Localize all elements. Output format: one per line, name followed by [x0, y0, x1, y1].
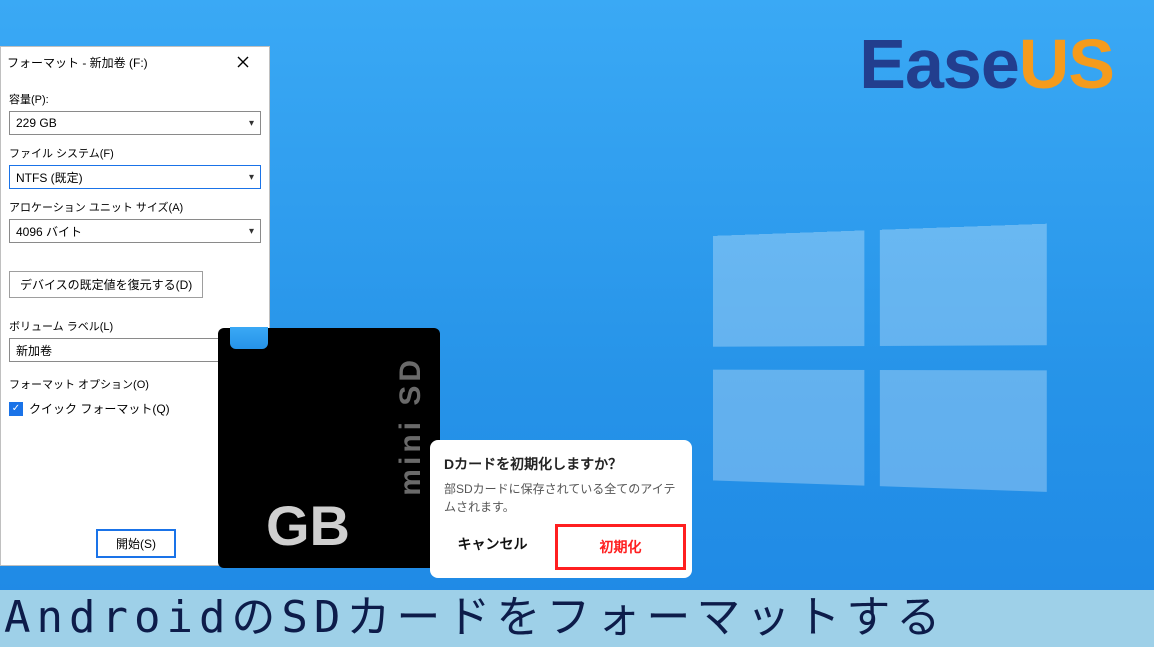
filesystem-select[interactable]: NTFS (既定) ▾: [9, 165, 261, 189]
confirm-message: 部SDカードに保存されている全てのアイテムされます。: [444, 480, 678, 516]
capacity-label: 容量(P):: [9, 91, 261, 107]
sd-gb-text: GB: [266, 493, 350, 558]
capacity-value: 229 GB: [16, 116, 57, 130]
confirm-actions: キャンセル 初期化: [430, 524, 692, 570]
allocation-value: 4096 バイト: [16, 223, 82, 240]
windows-logo-pane: [713, 230, 865, 346]
chevron-down-icon: ▾: [249, 118, 254, 129]
allocation-select[interactable]: 4096 バイト ▾: [9, 219, 261, 243]
sd-side-text: mini SD: [394, 356, 428, 496]
page-caption: AndroidのSDカードをフォーマットする: [0, 590, 1154, 647]
close-button[interactable]: [221, 48, 265, 76]
restore-defaults-button[interactable]: デバイスの既定値を復元する(D): [9, 271, 203, 298]
brand-logo: EaseUS: [859, 24, 1114, 104]
close-icon: [237, 56, 249, 68]
start-button[interactable]: 開始(S): [97, 530, 175, 557]
filesystem-label: ファイル システム(F): [9, 145, 261, 161]
chevron-down-icon: ▾: [249, 226, 254, 237]
filesystem-value: NTFS (既定): [16, 169, 83, 186]
chevron-down-icon: ▾: [249, 172, 254, 183]
allocation-label: アロケーション ユニット サイズ(A): [9, 199, 261, 215]
cancel-button[interactable]: キャンセル: [430, 524, 555, 570]
initialize-button[interactable]: 初期化: [555, 524, 686, 570]
check-icon: ✓: [12, 404, 20, 414]
volume-label-value: 新加卷: [16, 342, 52, 359]
brand-part1: Ease: [859, 25, 1018, 103]
capacity-select[interactable]: 229 GB ▾: [9, 111, 261, 135]
confirm-dialog: Dカードを初期化しますか？ 部SDカードに保存されている全てのアイテムされます。…: [430, 440, 692, 578]
windows-logo: [713, 223, 1053, 500]
quick-format-checkbox[interactable]: ✓: [9, 402, 23, 416]
quick-format-label: クイック フォーマット(Q): [29, 400, 170, 417]
dialog-title: フォーマット - 新加卷 (F:): [7, 54, 148, 71]
titlebar: フォーマット - 新加卷 (F:): [1, 47, 269, 77]
brand-part2: US: [1019, 25, 1114, 103]
windows-logo-pane: [880, 224, 1047, 346]
sd-card-notch: [230, 327, 268, 349]
sd-card-image: mini SD GB: [218, 328, 440, 568]
confirm-title: Dカードを初期化しますか？: [444, 454, 678, 474]
windows-logo-pane: [713, 370, 865, 486]
windows-logo-pane: [880, 370, 1047, 492]
